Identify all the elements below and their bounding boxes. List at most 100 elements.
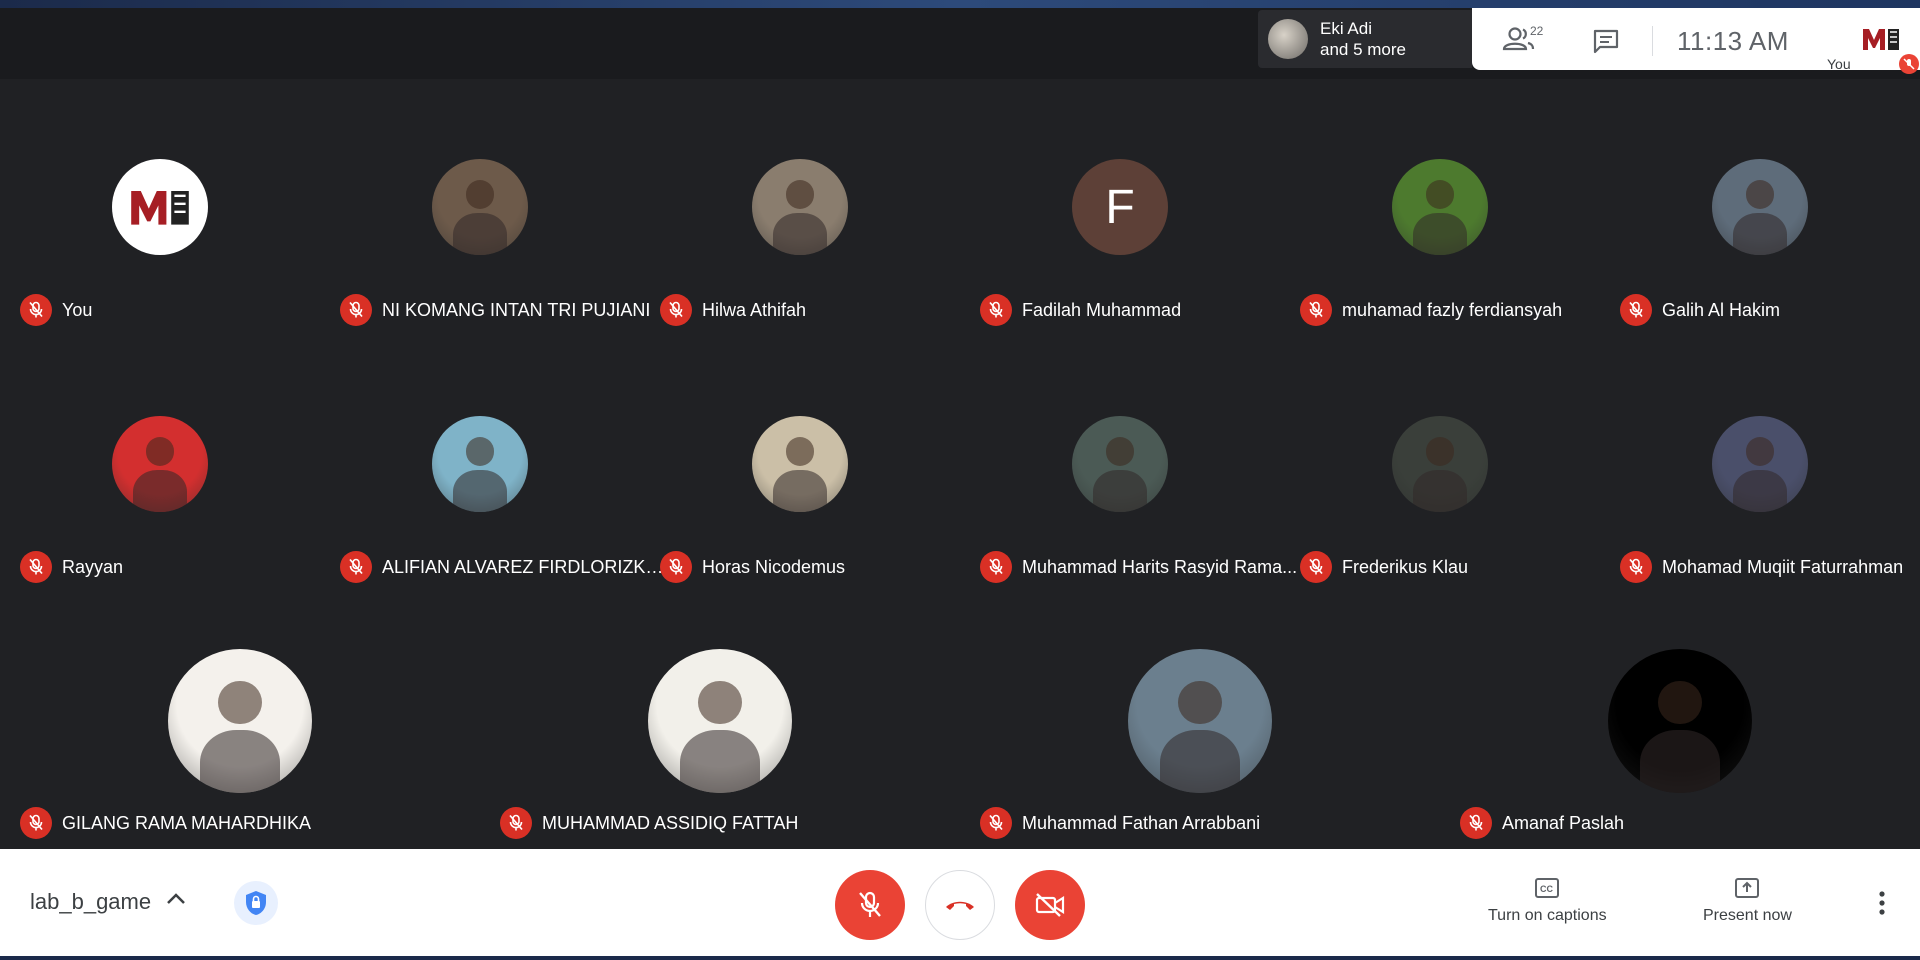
participant-name-row: muhamad fazly ferdiansyah xyxy=(1300,294,1562,326)
mic-off-icon xyxy=(1629,558,1643,575)
mic-off-icon xyxy=(509,814,523,831)
mic-off-icon xyxy=(669,301,683,318)
mic-off-badge xyxy=(1300,551,1332,583)
self-label: You xyxy=(1827,56,1851,72)
participant-name-row: Amanaf Paslah xyxy=(1460,807,1624,839)
participant-name-row: Frederikus Klau xyxy=(1300,551,1468,583)
participant-avatar xyxy=(432,416,528,512)
chat-icon xyxy=(1593,29,1619,54)
participant-name: Muhammad Harits Rasyid Rama... xyxy=(1022,556,1298,577)
leave-call-button[interactable] xyxy=(925,870,995,940)
mic-off-badge xyxy=(660,551,692,583)
participant-avatar xyxy=(1128,649,1272,793)
mic-off-badge xyxy=(1620,294,1652,326)
mic-off-icon xyxy=(989,301,1003,318)
present-screen-icon xyxy=(1735,878,1760,898)
participant-name-row: Rayyan xyxy=(20,551,123,583)
meeting-name[interactable]: lab_b_game xyxy=(30,889,151,915)
participant-name-row: Mohamad Muqiit Faturrahman xyxy=(1620,551,1903,583)
participant-name-row: You xyxy=(20,294,92,326)
participant-name-row: MUHAMMAD ASSIDIQ FATTAH xyxy=(500,807,798,839)
person-silhouette xyxy=(465,437,495,466)
people-count: 22 xyxy=(1530,24,1544,38)
participant-name: muhamad fazly ferdiansyah xyxy=(1342,299,1563,320)
mic-off-badge xyxy=(340,294,372,326)
participant-avatar xyxy=(1608,649,1752,793)
self-preview[interactable]: You xyxy=(1817,16,1920,74)
chevron-up-icon[interactable] xyxy=(165,891,187,907)
closed-captions-icon: CC xyxy=(1535,878,1560,898)
person-silhouette xyxy=(1425,180,1455,209)
mic-off-badge xyxy=(980,807,1012,839)
participant-name: GILANG RAMA MAHARDHIKA xyxy=(62,812,312,833)
participant-name-row: Horas Nicodemus xyxy=(660,551,845,583)
mic-off-icon xyxy=(1469,814,1483,831)
participant-avatar xyxy=(168,649,312,793)
mic-off-badge xyxy=(980,551,1012,583)
mic-off-icon xyxy=(29,558,43,575)
participant-avatar xyxy=(752,159,848,255)
mic-off-icon xyxy=(1309,558,1323,575)
chat-button[interactable] xyxy=(1592,28,1624,56)
more-options-icon[interactable] xyxy=(1870,889,1894,917)
participant-avatar xyxy=(1712,416,1808,512)
person-body xyxy=(773,469,827,512)
participant-name: MUHAMMAD ASSIDIQ FATTAH xyxy=(542,812,799,833)
participant-name: ALIFIAN ALVAREZ FIRDLORIZKY S xyxy=(382,556,672,577)
participant-name-row: Galih Al Hakim xyxy=(1620,294,1780,326)
person-body xyxy=(1733,469,1787,512)
presenter-chip[interactable]: Eki Adi and 5 more xyxy=(1258,10,1472,68)
person-body xyxy=(1413,212,1467,255)
participant-name-row: NI KOMANG INTAN TRI PUJIANI xyxy=(340,294,650,326)
person-body xyxy=(1413,469,1467,512)
presenter-text: Eki Adi and 5 more xyxy=(1320,18,1406,60)
captions-button[interactable]: CC Turn on captions xyxy=(1488,877,1607,925)
person-body xyxy=(1159,729,1241,793)
person-body xyxy=(133,469,187,512)
participant-avatar xyxy=(1072,416,1168,512)
mic-off-badge xyxy=(500,807,532,839)
mic-off-badge xyxy=(20,551,52,583)
mic-off-icon xyxy=(1629,301,1643,318)
captions-label: Turn on captions xyxy=(1488,907,1607,924)
camera-toggle-button[interactable] xyxy=(1015,870,1085,940)
mic-off-icon xyxy=(29,814,43,831)
svg-text:CC: CC xyxy=(1540,884,1553,894)
participant-name: NI KOMANG INTAN TRI PUJIANI xyxy=(382,299,651,320)
person-silhouette xyxy=(785,437,815,466)
participant-avatar xyxy=(1712,159,1808,255)
presenter-avatar xyxy=(1268,19,1308,59)
presenter-name: Eki Adi xyxy=(1320,19,1372,38)
mic-off-badge xyxy=(1460,807,1492,839)
person-body xyxy=(773,212,827,255)
participant-name-row: Muhammad Harits Rasyid Rama... xyxy=(980,551,1297,583)
meeting-safety-button[interactable] xyxy=(234,881,278,925)
person-silhouette xyxy=(785,180,815,209)
mic-off-badge xyxy=(980,294,1012,326)
divider xyxy=(1652,26,1653,56)
person-body xyxy=(1639,729,1721,793)
self-mic-off-badge xyxy=(1899,54,1919,74)
person-body xyxy=(199,729,281,793)
participant-name: Frederikus Klau xyxy=(1342,556,1469,577)
person-silhouette xyxy=(1178,680,1222,724)
logo-icon xyxy=(1863,29,1899,50)
microphone-toggle-button[interactable] xyxy=(835,870,905,940)
person-silhouette xyxy=(698,680,742,724)
participant-name: Rayyan xyxy=(62,556,124,577)
person-silhouette xyxy=(1745,180,1775,209)
top-right-panel: 22 11:13 AM You xyxy=(1472,8,1920,74)
present-now-button[interactable]: Present now xyxy=(1703,877,1792,925)
participant-name: Fadilah Muhammad xyxy=(1022,299,1182,320)
mic-off-badge xyxy=(1300,294,1332,326)
participant-name: Horas Nicodemus xyxy=(702,556,846,577)
participant-name-row: Muhammad Fathan Arrabbani xyxy=(980,807,1260,839)
present-label: Present now xyxy=(1703,907,1792,924)
clock: 11:13 AM xyxy=(1677,26,1789,56)
mic-off-badge xyxy=(20,294,52,326)
shield-lock-icon xyxy=(246,891,266,915)
person-body xyxy=(1093,469,1147,512)
avatar-initial: F xyxy=(1105,180,1135,234)
person-silhouette xyxy=(1658,680,1702,724)
participant-name-row: GILANG RAMA MAHARDHIKA xyxy=(20,807,311,839)
